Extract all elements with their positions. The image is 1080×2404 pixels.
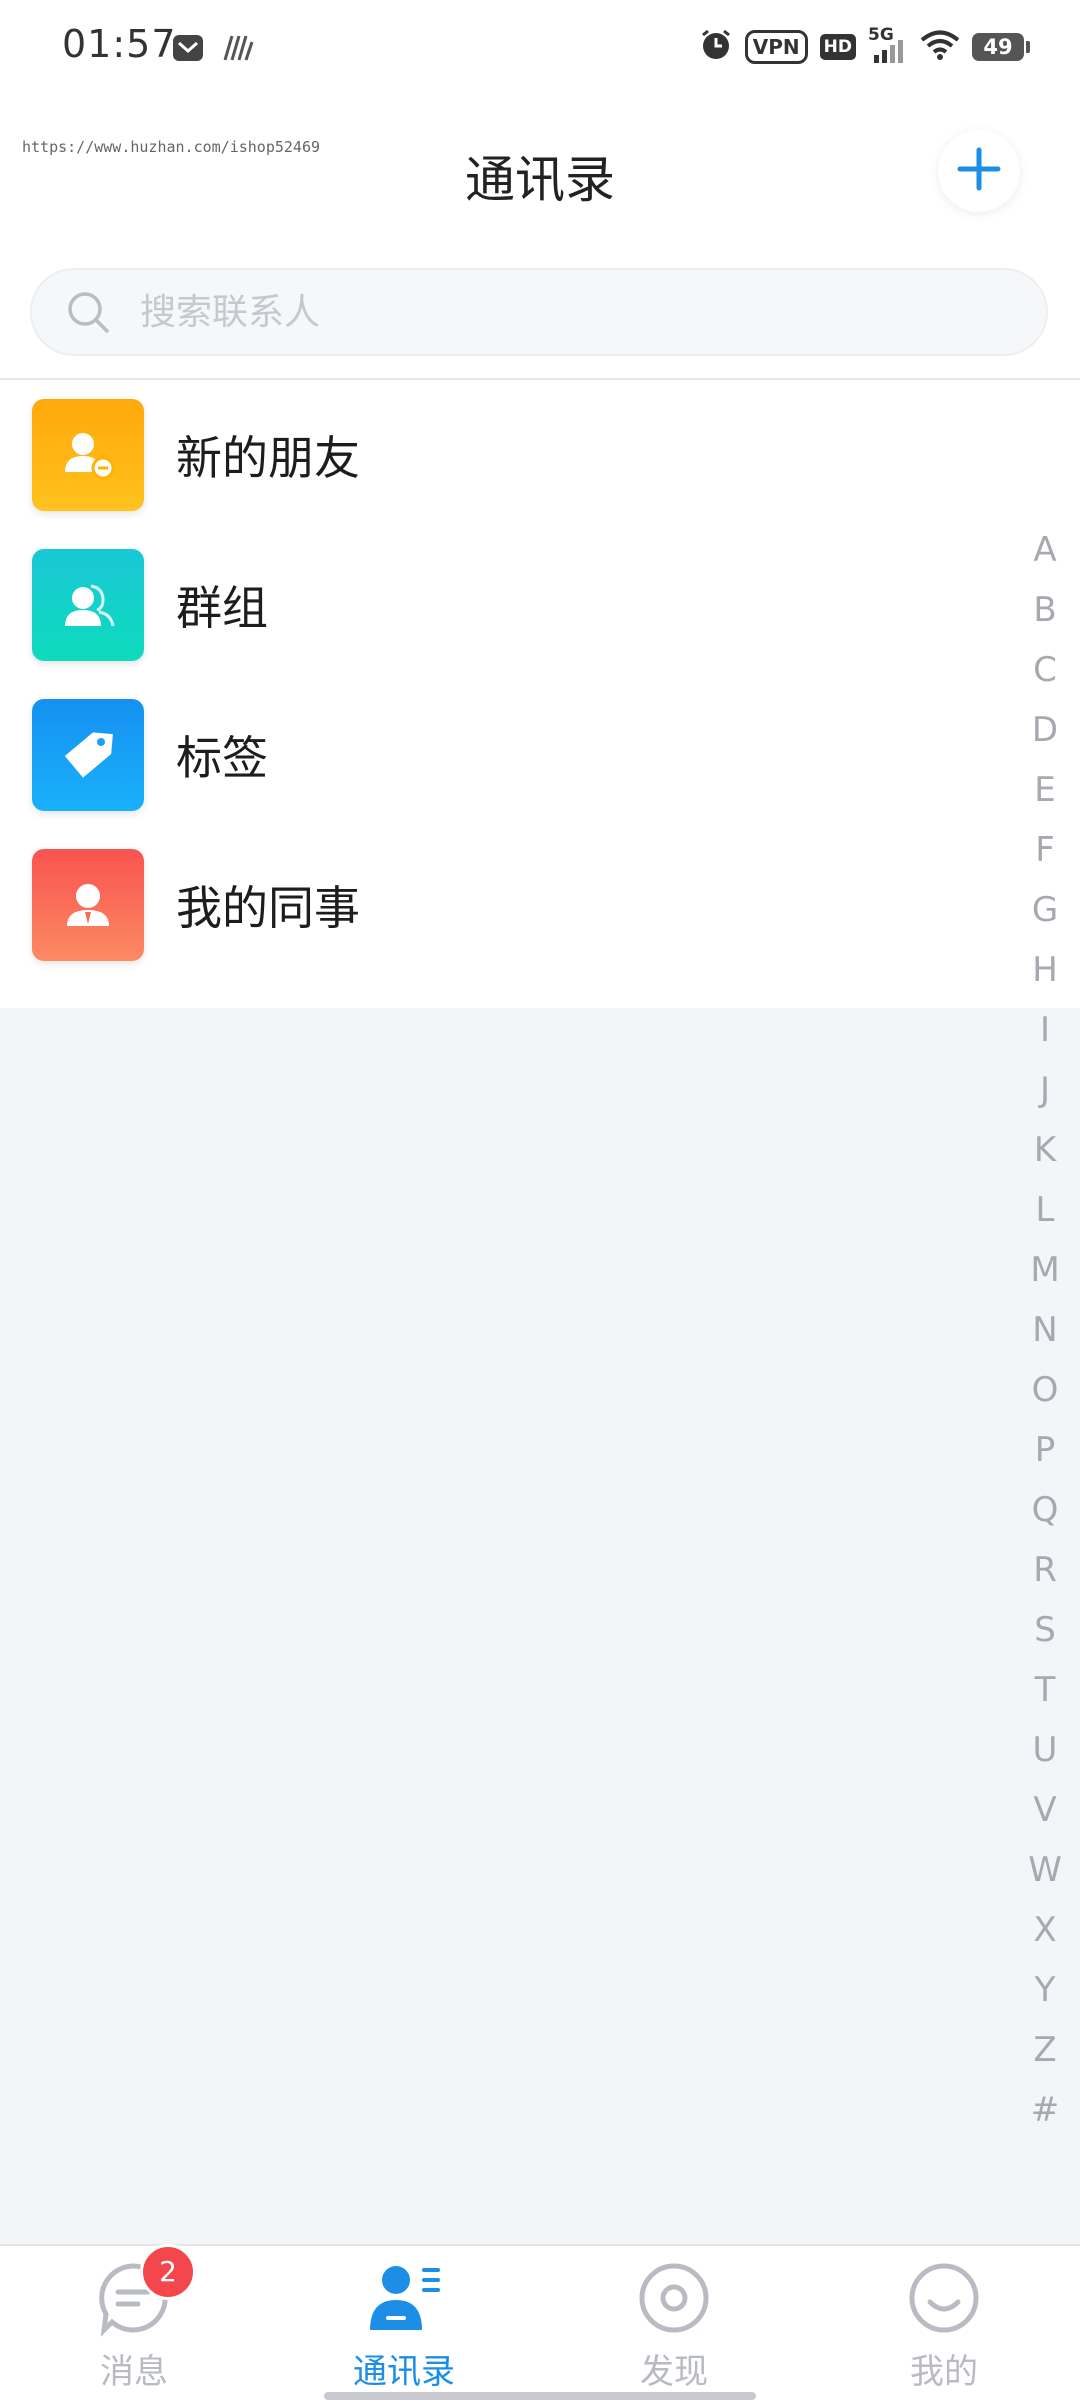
menu-item-groups[interactable]: 群组 [0,530,1010,680]
tab-label: 通讯录 [353,2352,455,2392]
message-icon: 2 [94,2244,196,2338]
alpha-index-letter[interactable]: C [1033,640,1057,700]
app-notification-icon [172,32,204,68]
menu-item-label: 我的同事 [176,881,360,935]
alpha-index-letter[interactable]: J [1040,1060,1050,1120]
tab-messages[interactable]: 2 消息 [24,2244,244,2398]
wifi-icon [920,29,960,65]
discover-icon [634,2258,714,2338]
tab-profile[interactable]: 我的 [834,2258,1054,2398]
header: https://www.huzhan.com/ishop52469 通讯录 [0,100,1080,250]
alpha-index-letter[interactable]: U [1033,1720,1058,1780]
alpha-index-letter[interactable]: W [1028,1840,1062,1900]
alpha-index-letter[interactable]: P [1035,1420,1056,1480]
search-icon [64,288,112,336]
alpha-index-letter[interactable]: K [1034,1120,1056,1180]
vpn-badge: VPN [744,30,808,64]
signal-icon: 5G [868,25,908,65]
menu-item-tags[interactable]: 标签 [0,680,1010,830]
alpha-index-letter[interactable]: X [1033,1900,1056,1960]
alarm-icon [699,28,733,66]
alpha-index-letter[interactable]: V [1033,1780,1056,1840]
tab-label: 消息 [100,2352,168,2392]
add-button[interactable] [938,130,1020,212]
alpha-index-letter[interactable]: Q [1032,1480,1059,1540]
contacts-icon [364,2258,444,2338]
alpha-index-letter[interactable]: Z [1033,2020,1056,2080]
tab-discover[interactable]: 发现 [564,2258,784,2398]
status-time: 01:57 [62,22,177,66]
bottom-tab-bar: 2 消息 通讯录 发现 我的 [0,2244,1080,2404]
status-left-icons [172,32,254,68]
new-friend-icon [32,399,144,511]
alpha-index-letter[interactable]: # [1031,2080,1060,2140]
alpha-index-letter[interactable]: H [1032,940,1058,1000]
search-input[interactable] [138,290,1002,334]
alpha-index-letter[interactable]: T [1035,1660,1056,1720]
status-bar: 01:57 VPN HD 5G 49 [0,0,1080,100]
alpha-index-letter[interactable]: M [1030,1240,1059,1300]
menu-item-colleagues[interactable]: 我的同事 [0,830,1010,980]
menu-item-label: 群组 [176,581,268,635]
battery-indicator: 49 [972,33,1030,61]
tab-label: 我的 [910,2352,978,2392]
hd-badge: HD [819,34,856,60]
alpha-index-letter[interactable]: L [1036,1180,1055,1240]
search-bar [0,250,1080,380]
page-title: 通讯录 [465,151,615,209]
colleague-icon [32,849,144,961]
alpha-index-letter[interactable]: N [1032,1300,1057,1360]
home-indicator[interactable] [324,2392,756,2400]
alphabet-index: A B C D E F G H I J K L M N O P Q R S T U V W X Y Z # [1022,520,1068,2140]
alpha-index-letter[interactable]: E [1034,760,1055,820]
unread-badge: 2 [140,2244,196,2300]
alpha-index-letter[interactable]: S [1034,1600,1056,1660]
menu-item-label: 标签 [176,731,268,785]
profile-icon [904,2258,984,2338]
alpha-index-letter[interactable]: R [1033,1540,1057,1600]
tab-label: 发现 [640,2352,708,2392]
alpha-index-letter[interactable]: A [1033,520,1056,580]
plus-icon [956,146,1002,196]
alpha-index-letter[interactable]: F [1035,820,1055,880]
tag-icon [32,699,144,811]
tab-contacts[interactable]: 通讯录 [294,2258,514,2398]
alpha-index-letter[interactable]: G [1032,880,1058,940]
alpha-index-letter[interactable]: I [1040,1000,1050,1060]
alpha-index-letter[interactable]: Y [1035,1960,1056,2020]
alpha-index-letter[interactable]: D [1032,700,1058,760]
search-box[interactable] [30,268,1048,356]
menu-item-label: 新的朋友 [176,431,360,485]
contacts-menu-list: 新的朋友 群组 标签 我的同事 [0,380,1080,1008]
status-right-icons: VPN HD 5G 49 [699,25,1030,66]
alpha-index-letter[interactable]: O [1032,1360,1059,1420]
group-icon [32,549,144,661]
alpha-index-letter[interactable]: B [1033,580,1056,640]
menu-item-new-friends[interactable]: 新的朋友 [0,380,1010,530]
app-notification-icon [222,32,254,68]
contacts-screen: 01:57 VPN HD 5G 49 https://www.huzhan.co… [0,0,1080,2404]
